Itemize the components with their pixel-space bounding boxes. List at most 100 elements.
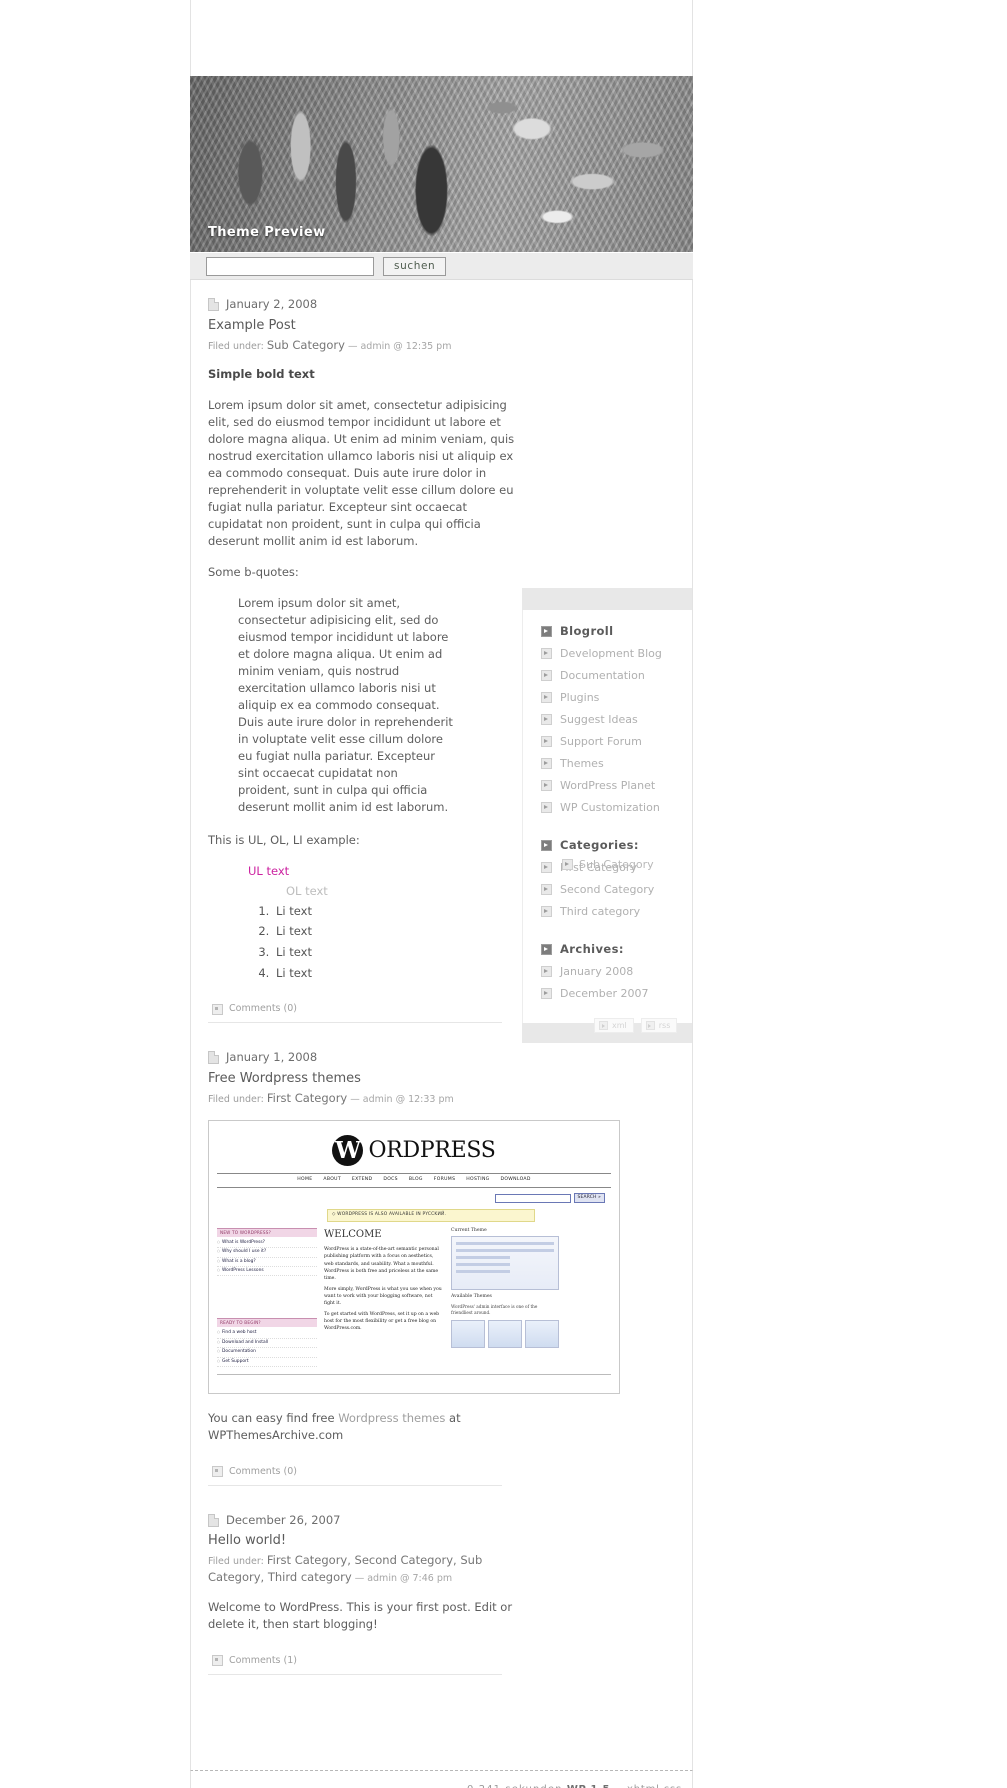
sidebar-item-label: Documentation [560,669,645,682]
arrow-right-icon [541,966,552,977]
arrow-right-icon [541,648,552,659]
sidebar-item-documentation[interactable]: Documentation [541,669,692,682]
wordpress-notice-bar: ◇ WORDPRESS IS ALSO AVAILABLE IN PYCCKИЙ… [327,1209,535,1222]
list-demo: UL text OL text Li text Li text Li text … [208,863,518,981]
theme-preview-page: Theme Preview suchen January 2, 2008 Exa… [0,0,1007,1788]
site-footer: 0.241 sekunden WP 1.5 xhtml css [190,1770,693,1788]
arrow-right-icon [541,943,552,955]
sidebar-item-themes[interactable]: Themes [541,757,692,770]
post-date-row: January 2, 2008 [208,296,518,313]
footer-validation-links[interactable]: xhtml css [627,1784,682,1788]
sidebar-item-label: Sub Category [579,858,654,871]
post-date: January 2, 2008 [226,297,318,311]
list-intro: This is UL, OL, LI example: [208,833,360,848]
ol-text: OL text [286,884,328,899]
arrow-right-icon [645,1021,655,1030]
sidebar-heading-label: Categories: [560,838,639,852]
post-title[interactable]: Hello world! [208,1533,518,1550]
welcome-paragraph-2: More simply, WordPress is what you use w… [324,1286,442,1307]
comment-icon [212,1003,223,1015]
sidebar-item-sub-category[interactable]: Sub Category [562,858,654,871]
list-item: Find a web host [217,1329,317,1339]
comments-row[interactable]: Comments (0) [208,995,502,1024]
list-item: Li text [273,944,518,961]
left-margin [0,0,190,1788]
nav-hosting: HOSTING [466,1177,490,1183]
wordpress-logo: W ORDPRESS [217,1134,611,1167]
post-title[interactable]: Example Post [208,318,518,335]
sidebar-item-plugins[interactable]: Plugins [541,691,692,704]
sidebar-item-january-2008[interactable]: January 2008 [541,965,692,978]
comments-link[interactable]: Comments (0) [229,1002,297,1016]
comments-row[interactable]: Comments (1) [208,1647,502,1675]
theme-thumbnail-row [451,1319,559,1348]
post-date: January 1, 2008 [226,1050,318,1065]
comments-link[interactable]: Comments (1) [229,1654,297,1668]
sidebar-item-wordpress-planet[interactable]: WordPress Planet [541,779,692,792]
site-title: Theme Preview [208,225,326,240]
list-item: Li text [273,965,518,982]
post-category-link[interactable]: First Category [267,1091,347,1105]
current-theme-thumbnail [451,1236,559,1291]
document-icon [208,297,219,311]
comments-row[interactable]: Comments (0) [208,1458,502,1486]
site-shell: Theme Preview suchen January 2, 2008 Exa… [190,0,693,1788]
post-date: December 26, 2007 [226,1512,341,1527]
after-figure-pre: You can easy find free [208,1410,339,1425]
wordpress-search-field [494,1193,571,1203]
admin-caption: WordPress' admin interface is one of the… [451,1304,538,1315]
ready-to-begin-heading: READY TO BEGIN? [217,1318,317,1328]
sidebar-item-label: Support Forum [560,735,642,748]
post-author-time: — admin @ 12:35 pm [347,340,452,352]
comments-link[interactable]: Comments (0) [229,1465,297,1479]
theme-thumbnail [525,1319,559,1348]
post-category-link[interactable]: Sub Category [267,338,345,352]
wordpress-themes-link[interactable]: Wordpress themes [338,1411,445,1425]
sidebar-heading-categories: Categories: [541,838,692,852]
sidebar-item-suggest-ideas[interactable]: Suggest Ideas [541,713,692,726]
sidebar-item-label: Third category [560,905,641,918]
theme-thumbnail [451,1319,485,1348]
nav-blog: BLOG [408,1177,423,1183]
welcome-paragraph-3: To get started with WordPress, set it up… [324,1312,440,1332]
post-title[interactable]: Free Wordpress themes [208,1071,518,1088]
search-submit-button[interactable]: suchen [383,256,447,276]
xml-feed-button[interactable]: xml [594,1018,634,1033]
nav-home: HOME [297,1177,313,1183]
sidebar-item-third-category[interactable]: Third category [541,905,692,918]
arrow-right-icon [541,625,552,637]
list-item: Why should I use it? [217,1248,317,1258]
sidebar-heading-blogroll: Blogroll [541,624,692,638]
nav-download: DOWNLOAD [500,1177,531,1183]
sidebar-item-second-category[interactable]: Second Category [541,883,692,896]
sidebar-item-development-blog[interactable]: Development Blog [541,647,692,660]
wordpress-w-icon: W [332,1134,364,1166]
rss-feed-button[interactable]: rss [640,1018,678,1033]
sidebar-item-wp-customization[interactable]: WP Customization [541,801,692,814]
site-header: Theme Preview [190,76,693,252]
wordpress-navbar: HOME ABOUT EXTEND DOCS BLOG FORUMS HOSTI… [217,1173,611,1189]
post-date-row: December 26, 2007 [208,1512,518,1529]
document-icon [208,1513,219,1527]
sidebar-item-label: Themes [560,757,604,770]
search-input[interactable] [206,256,374,276]
nav-docs: DOCS [383,1177,398,1183]
post-paragraph: Welcome to WordPress. This is your first… [208,1599,513,1631]
document-icon [208,1051,219,1064]
wordpress-screenshot-figure: W ORDPRESS HOME ABOUT EXTEND DOCS BLOG F… [208,1119,620,1394]
footer-wp-version: WP 1.5 [567,1784,610,1788]
filed-under-label: Filed under: [208,340,264,352]
theme-thumbnail [488,1319,522,1348]
list-item: What is WordPress? [217,1239,317,1249]
sidebar-item-label: WP Customization [560,801,660,814]
sidebar-item-support-forum[interactable]: Support Forum [541,735,692,748]
comment-icon [212,1466,223,1478]
post-after-figure-text: You can easy find free Wordpress themes … [208,1410,518,1445]
sidebar-item-label: December 2007 [560,987,649,1000]
sidebar-item-label: Development Blog [560,647,662,660]
list-item: Documentation [217,1348,317,1358]
arrow-right-icon [541,802,552,813]
sidebar-item-december-2007[interactable]: December 2007 [541,987,692,1000]
available-themes-label: Available Themes [451,1294,492,1300]
